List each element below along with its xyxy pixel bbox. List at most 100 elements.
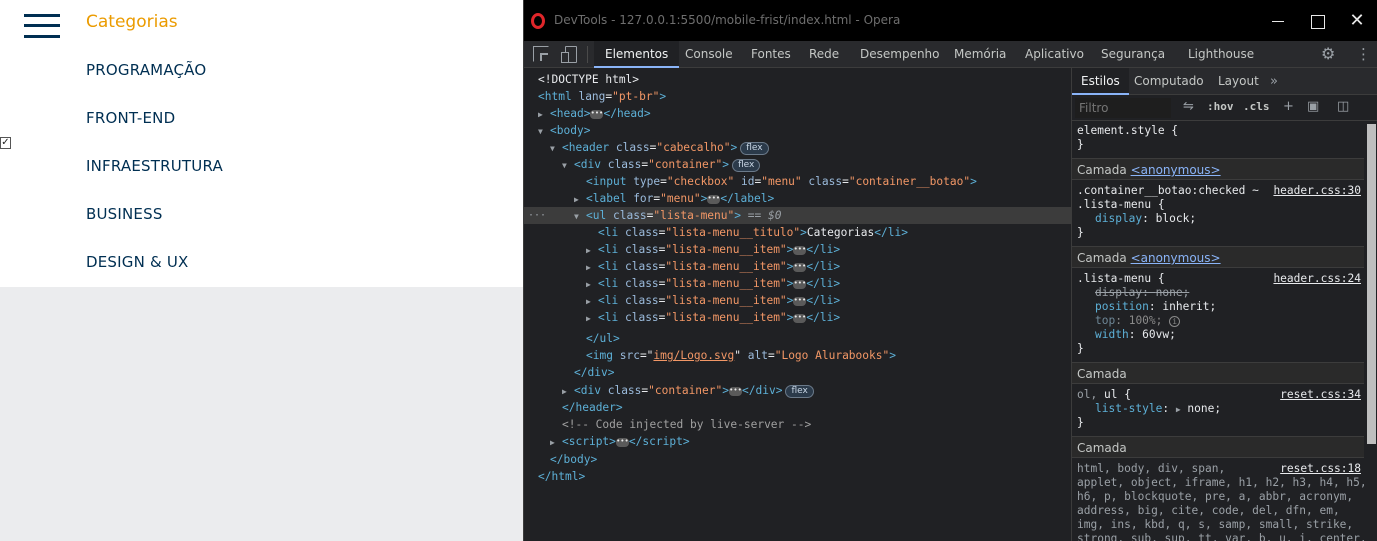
rule4-selector-line[interactable]: address, big, cite, code, del, dfn, em,	[1077, 504, 1340, 518]
tab-seguranca[interactable]: Segurança	[1090, 41, 1176, 68]
dom-node-label[interactable]: ▶ <label for="menu">•••</label>	[524, 190, 1071, 207]
ellipsis-icon[interactable]: •••	[793, 313, 807, 323]
tab-memoria[interactable]: Memória	[943, 41, 1017, 68]
rule3-declaration[interactable]: list-style: ▶ none;	[1095, 402, 1221, 416]
expand-arrow-icon[interactable]: ▶	[586, 310, 598, 327]
menu-checkbox[interactable]: ✓	[0, 137, 11, 149]
tab-fontes[interactable]: Fontes	[740, 41, 802, 68]
rule4-selector-line[interactable]: strong, sub, sup, tt, var, b, u, i, cent…	[1077, 532, 1364, 541]
collapse-arrow-icon[interactable]: ▼	[562, 157, 574, 174]
more-icon[interactable]: ···	[528, 207, 546, 224]
flex-badge[interactable]: flex	[740, 141, 769, 155]
rule1-selector[interactable]: .container__botao:checked ~	[1077, 184, 1259, 198]
rule-element-style[interactable]: element.style {	[1077, 124, 1178, 138]
more-tabs-icon[interactable]: »	[1270, 68, 1278, 95]
more-options-icon[interactable]: ⋮	[1356, 46, 1371, 62]
rule3-selector[interactable]: ol, ul {	[1077, 388, 1131, 402]
tab-rede[interactable]: Rede	[798, 41, 850, 68]
scrollbar-thumb[interactable]	[1367, 124, 1376, 444]
dom-node-div-close[interactable]: </div>	[524, 364, 1071, 381]
rule4-selector-line[interactable]: h6, p, blockquote, pre, a, abbr, acronym…	[1077, 490, 1353, 504]
device-toolbar-icon[interactable]	[561, 46, 577, 63]
rule2-declaration[interactable]: width: 60vw;	[1095, 328, 1176, 342]
dom-node-li-item[interactable]: ▶ <li class="lista-menu__item">•••</li>	[524, 258, 1071, 275]
ellipsis-icon[interactable]: •••	[590, 109, 604, 119]
color-format-icon[interactable]: ▣	[1307, 100, 1319, 114]
dom-node-body[interactable]: ▼ <body>	[524, 122, 1071, 139]
rule1-source-link[interactable]: header.css:30	[1273, 184, 1361, 198]
ellipsis-icon[interactable]: •••	[729, 386, 742, 396]
ellipsis-icon[interactable]: •••	[707, 194, 721, 204]
dom-node-body-close[interactable]: </body>	[524, 451, 1071, 468]
tab-layout[interactable]: Layout	[1209, 68, 1268, 95]
img-src-link[interactable]: img/Logo.svg	[653, 349, 734, 362]
dom-node-div-container[interactable]: ▼ <div class="container"> flex	[524, 156, 1071, 173]
layer-anonymous-link[interactable]: <anonymous>	[1131, 163, 1221, 177]
dom-node-header-close[interactable]: </header>	[524, 399, 1071, 416]
inspect-icon[interactable]	[533, 46, 549, 62]
expand-arrow-icon[interactable]: ▶	[586, 242, 598, 259]
layer-anonymous-link[interactable]: <anonymous>	[1131, 251, 1221, 265]
dom-node-div-container-2[interactable]: ▶ <div class="container">•••</div> flex	[524, 382, 1071, 399]
dom-node-html[interactable]: <html lang="pt-br">	[524, 88, 1071, 105]
tab-desempenho[interactable]: Desempenho	[849, 41, 951, 68]
dom-node-img[interactable]: <img src="img/Logo.svg" alt="Logo Alurab…	[524, 347, 1071, 364]
dom-node-li-title[interactable]: <li class="lista-menu__titulo">Categoria…	[524, 224, 1071, 241]
ellipsis-icon[interactable]: •••	[793, 279, 807, 289]
rule4-selector-line[interactable]: img, ins, kbd, q, s, samp, small, strike…	[1077, 518, 1353, 532]
rule2-declaration-inactive[interactable]: top: 100%; i	[1095, 314, 1181, 328]
cls-toggle[interactable]: .cls	[1243, 100, 1270, 113]
rule4-selector-line[interactable]: applet, object, iframe, h1, h2, h3, h4, …	[1077, 476, 1364, 490]
expand-arrow-icon[interactable]: ▶	[586, 293, 598, 310]
flex-badge[interactable]: flex	[785, 384, 814, 398]
rule2-source-link[interactable]: header.css:24	[1273, 272, 1361, 286]
tab-elementos[interactable]: Elementos	[594, 41, 680, 68]
hov-toggle[interactable]: :hov	[1207, 100, 1234, 113]
dom-node-li-item[interactable]: ▶ <li class="lista-menu__item">•••</li>	[524, 275, 1071, 292]
tab-aplicativo[interactable]: Aplicativo	[1014, 41, 1095, 68]
rule2-declaration[interactable]: position: inherit;	[1095, 300, 1216, 314]
rule1-declaration[interactable]: display: block;	[1095, 212, 1196, 226]
menu-item-design-ux[interactable]: DESIGN & UX	[86, 253, 189, 271]
toggle-sidebar-icon[interactable]: ◫	[1337, 100, 1349, 114]
dom-node-html-close[interactable]: </html>	[524, 468, 1071, 485]
dom-node-head[interactable]: ▶ <head>•••</head>	[524, 105, 1071, 122]
expand-arrow-icon[interactable]: ▶	[574, 191, 586, 208]
dom-node-header[interactable]: ▼ <header class="cabecalho"> flex	[524, 139, 1071, 156]
ellipsis-icon[interactable]: •••	[615, 437, 629, 447]
info-icon[interactable]: i	[1169, 315, 1181, 327]
tab-lighthouse[interactable]: Lighthouse	[1177, 41, 1265, 68]
hamburger-menu-icon[interactable]	[24, 13, 60, 39]
styles-scrollbar[interactable]	[1364, 122, 1377, 541]
menu-item-programacao[interactable]: PROGRAMAÇÃO	[86, 61, 206, 79]
dom-node-ul-close[interactable]: </ul>	[524, 330, 1071, 347]
collapse-arrow-icon[interactable]: ▼	[574, 208, 586, 225]
collapse-arrow-icon[interactable]: ▼	[538, 123, 550, 140]
ellipsis-icon[interactable]: •••	[793, 245, 807, 255]
collapse-arrow-icon[interactable]: ▼	[550, 140, 562, 157]
expand-arrow-icon[interactable]: ▶	[586, 259, 598, 276]
flex-badge[interactable]: flex	[732, 158, 761, 172]
menu-item-front-end[interactable]: FRONT-END	[86, 109, 175, 127]
settings-icon[interactable]: ⚙	[1321, 46, 1335, 62]
minimize-icon[interactable]	[1268, 11, 1288, 31]
dom-node-li-item[interactable]: ▶ <li class="lista-menu__item">•••</li>	[524, 309, 1071, 326]
menu-item-business[interactable]: BUSINESS	[86, 205, 163, 223]
ellipsis-icon[interactable]: •••	[793, 262, 807, 272]
expand-arrow-icon[interactable]: ▶	[550, 434, 562, 451]
rule2-selector[interactable]: .lista-menu {	[1077, 272, 1165, 286]
dom-node-doctype[interactable]: <!DOCTYPE html>	[524, 71, 1071, 88]
menu-item-infraestrutura[interactable]: INFRAESTRUTURA	[86, 157, 223, 175]
dom-node-ul-selected[interactable]: ··· ▼ <ul class="lista-menu"> == $0	[524, 207, 1071, 224]
new-rule-icon[interactable]: +	[1283, 100, 1294, 114]
styles-filter-input[interactable]	[1075, 98, 1171, 118]
dom-node-comment[interactable]: <!-- Code injected by live-server -->	[524, 416, 1071, 433]
expand-arrow-icon[interactable]: ▶	[538, 106, 550, 123]
dom-node-input[interactable]: <input type="checkbox" id="menu" class="…	[524, 173, 1071, 190]
brush-icon[interactable]: ⇋	[1183, 100, 1194, 114]
maximize-icon[interactable]	[1307, 11, 1327, 31]
rule1-selector-b[interactable]: .lista-menu {	[1077, 198, 1165, 212]
expand-value-icon[interactable]: ▶	[1176, 405, 1181, 414]
close-icon[interactable]: ✕	[1347, 11, 1367, 31]
dom-node-li-item[interactable]: ▶ <li class="lista-menu__item">•••</li>	[524, 241, 1071, 258]
